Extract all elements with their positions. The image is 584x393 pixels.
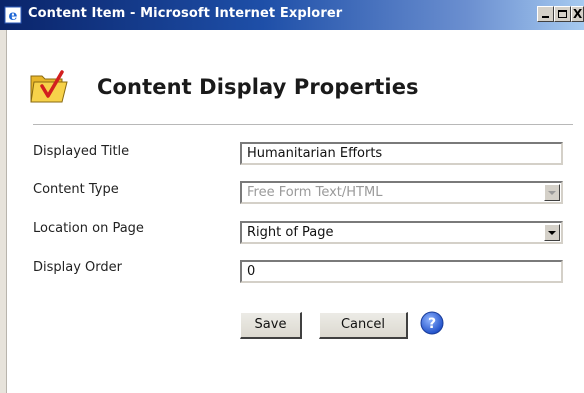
displayed-title-label: Displayed Title (33, 144, 130, 159)
close-button[interactable]: X (571, 6, 584, 22)
svg-text:?: ? (428, 316, 436, 332)
display-order-label: Display Order (33, 260, 122, 275)
minimize-button[interactable] (537, 6, 554, 22)
heading-divider (33, 124, 573, 125)
location-on-page-dropdown-button[interactable] (544, 224, 560, 241)
title-bar[interactable]: e Content Item - Microsoft Internet Expl… (0, 0, 584, 30)
content-type-dropdown-button[interactable] (544, 184, 560, 201)
internet-explorer-icon: e (4, 6, 22, 24)
help-question-icon[interactable]: ? (420, 311, 444, 335)
folder-checkmark-icon (30, 70, 68, 103)
window-left-edge (0, 30, 7, 393)
displayed-title-input[interactable]: Humanitarian Efforts (240, 142, 563, 165)
content-type-value: Free Form Text/HTML (247, 185, 383, 200)
window-title: Content Item - Microsoft Internet Explor… (28, 6, 343, 21)
chevron-down-icon (548, 231, 556, 235)
display-order-value: 0 (247, 264, 256, 279)
displayed-title-value: Humanitarian Efforts (247, 146, 383, 161)
page-title: Content Display Properties (97, 75, 419, 99)
maximize-button[interactable] (554, 6, 571, 22)
ie-window: e Content Item - Microsoft Internet Expl… (0, 0, 584, 393)
save-button[interactable]: Save (240, 312, 302, 339)
content-type-select[interactable]: Free Form Text/HTML (240, 181, 563, 204)
location-on-page-select[interactable]: Right of Page (240, 221, 563, 244)
svg-text:e: e (9, 8, 18, 24)
display-order-input[interactable]: 0 (240, 260, 563, 283)
location-on-page-label: Location on Page (33, 221, 144, 236)
content-type-label: Content Type (33, 182, 119, 197)
cancel-button[interactable]: Cancel (319, 312, 408, 339)
chevron-down-icon (548, 191, 556, 195)
minimize-icon (542, 16, 549, 18)
close-icon: X (573, 7, 583, 21)
location-on-page-value: Right of Page (247, 225, 334, 240)
maximize-icon (558, 10, 567, 18)
